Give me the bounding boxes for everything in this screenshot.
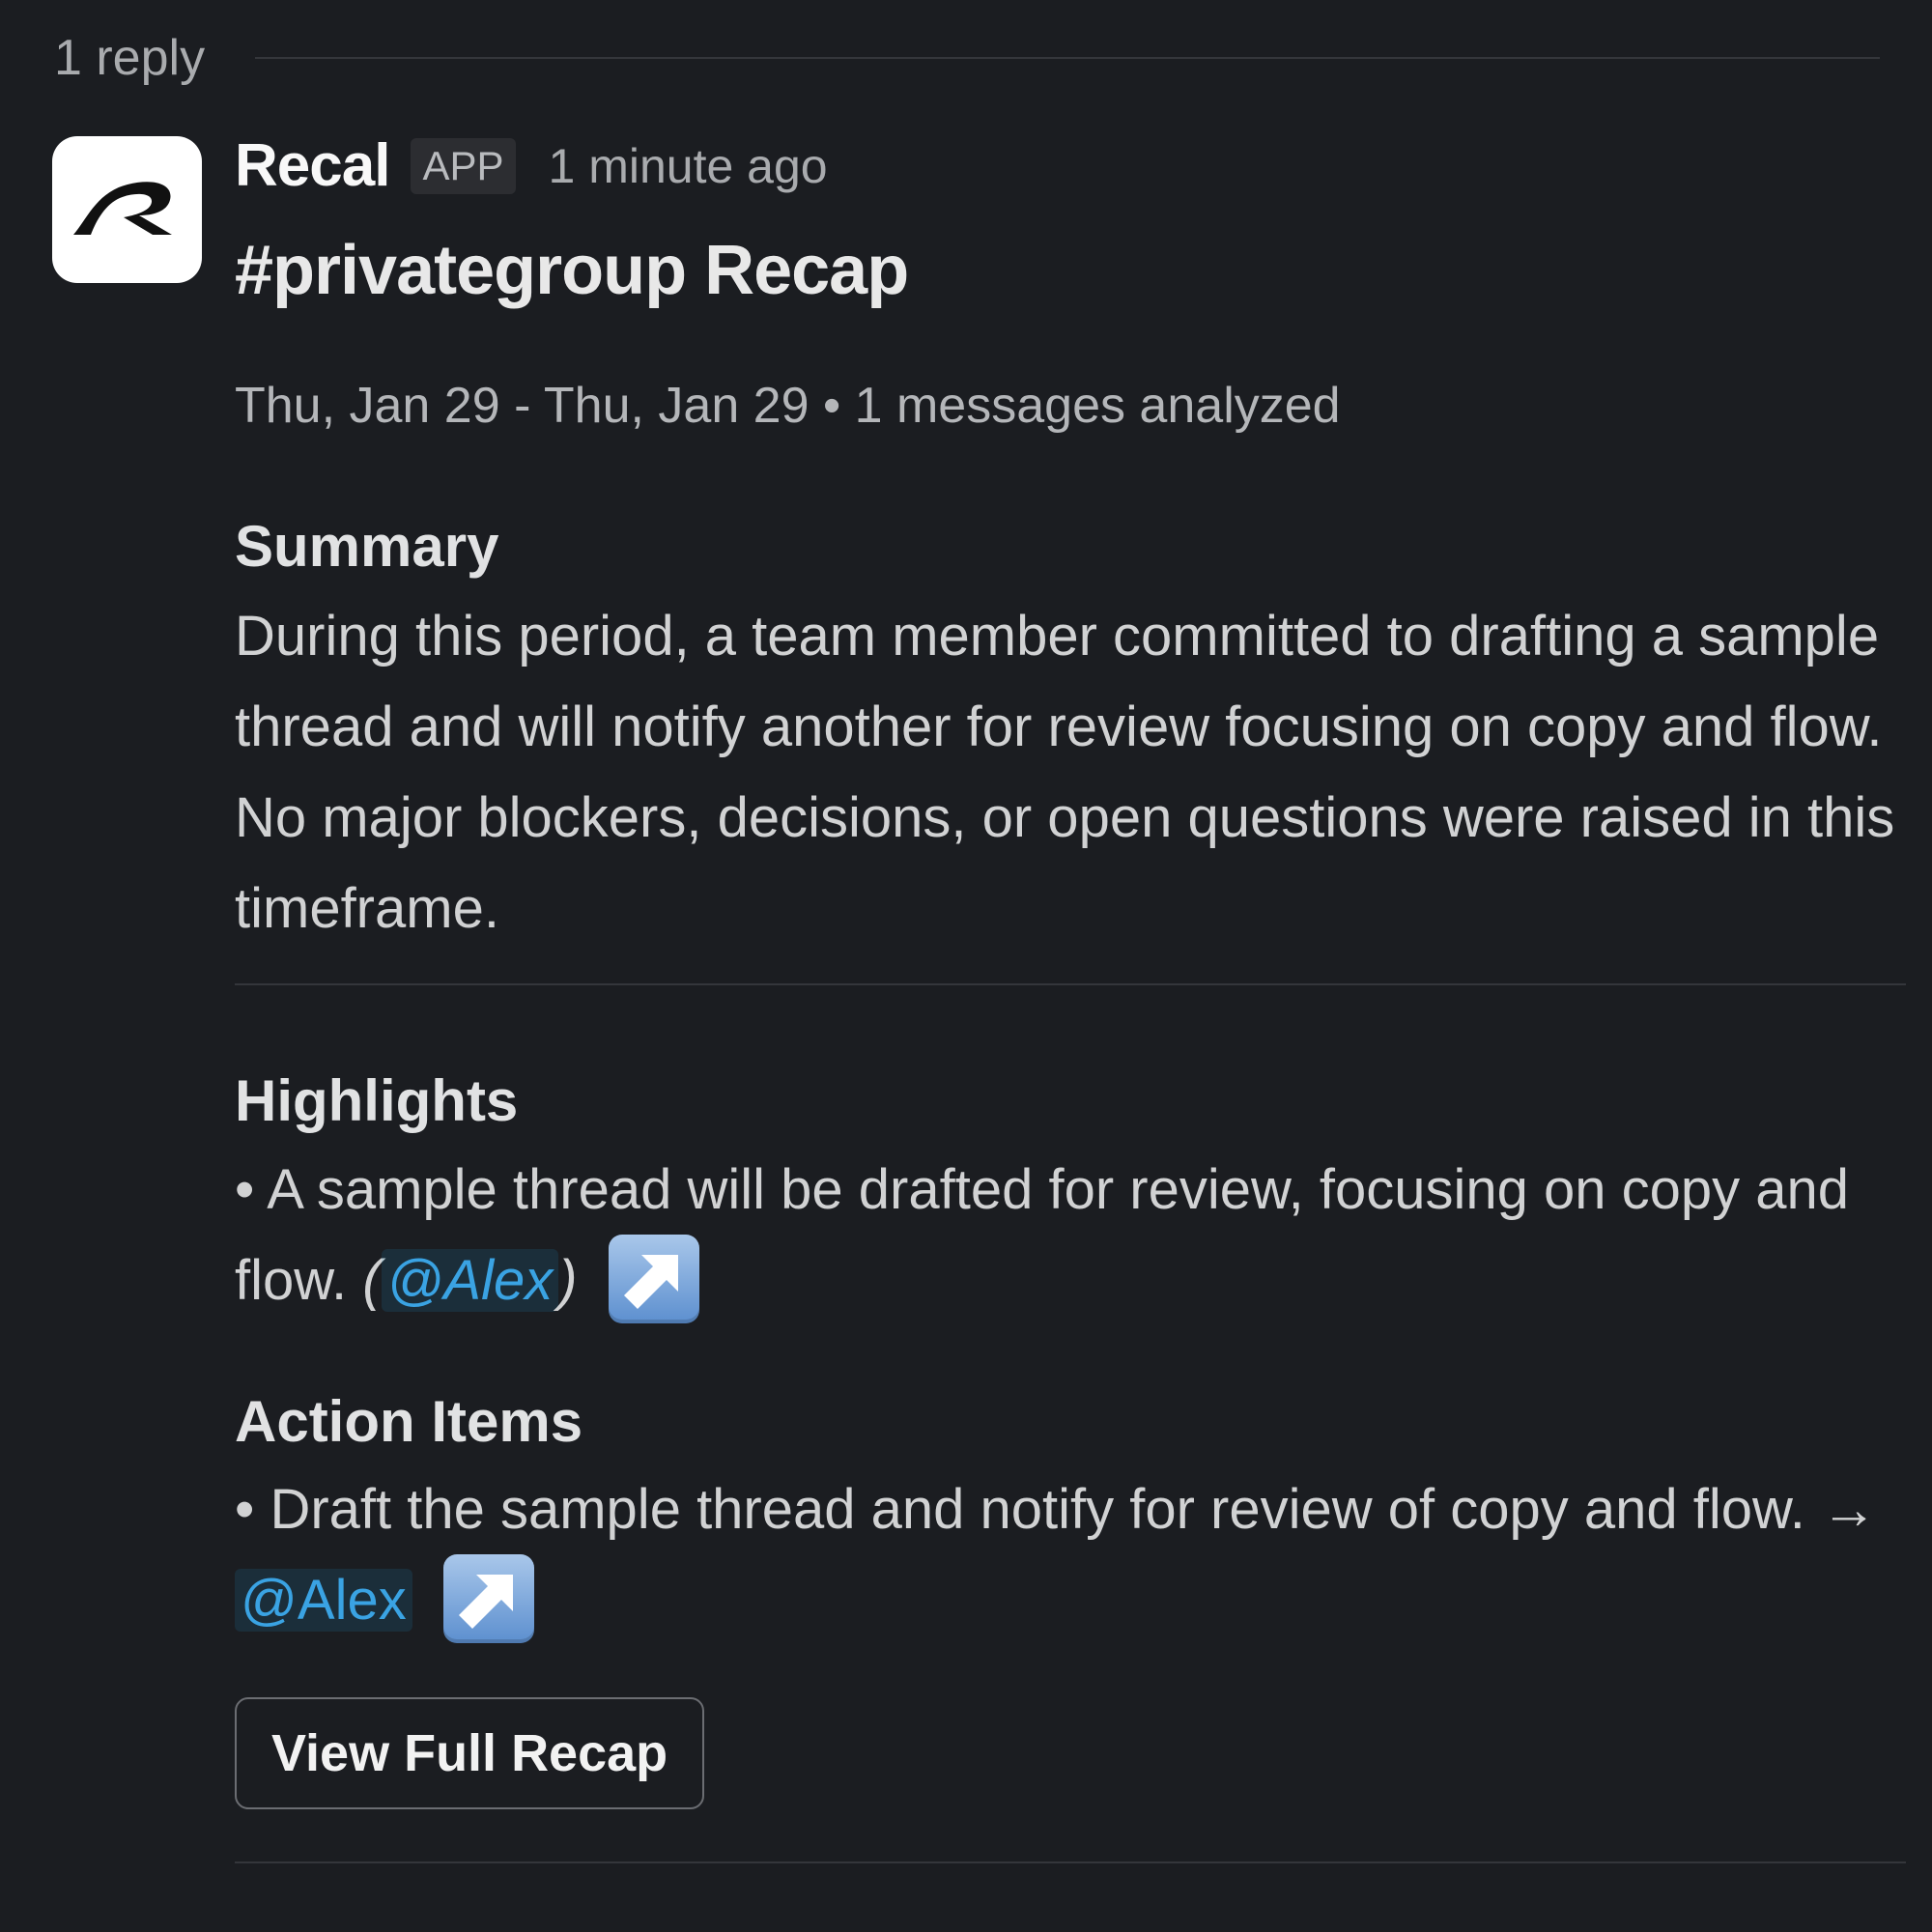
summary-text: During this period, a team member commit… (235, 605, 1895, 940)
highlights-heading: Highlights (235, 1068, 519, 1133)
message-timestamp[interactable]: 1 minute ago (549, 142, 828, 190)
arrow-right-icon: → (1820, 1478, 1877, 1541)
user-mention[interactable]: @Alex (381, 1249, 559, 1312)
recap-title: #privategroup Recap (235, 232, 909, 309)
app-avatar[interactable] (52, 136, 202, 283)
app-badge: APP (411, 138, 516, 194)
action-text: Draft the sample thread and notify for r… (270, 1478, 1805, 1541)
bottom-divider (235, 1861, 1906, 1863)
paren-close: ) (558, 1249, 578, 1312)
thread-reply-bar[interactable]: 1 reply (54, 23, 1880, 93)
recal-logo-icon (72, 182, 172, 235)
arrow-up-right-icon[interactable] (608, 1234, 699, 1323)
action-item: • Draft the sample thread and notify for… (235, 1464, 1916, 1646)
highlight-item: • A sample thread will be drafted for re… (235, 1145, 1916, 1326)
date-range: Thu, Jan 29 - Thu, Jan 29 • 1 messages a… (235, 378, 1341, 434)
user-mention[interactable]: @Alex (235, 1569, 412, 1632)
bullet: • (235, 1158, 255, 1221)
reply-count[interactable]: 1 reply (54, 33, 205, 83)
action-items-heading: Action Items (235, 1389, 583, 1454)
paren-open: ( (362, 1249, 382, 1312)
arrow-up-right-icon[interactable] (442, 1553, 534, 1643)
section-divider (235, 983, 1906, 985)
reply-divider (255, 57, 1880, 59)
app-name[interactable]: Recal (235, 136, 390, 196)
message-header: Recal APP 1 minute ago (235, 128, 828, 205)
summary-heading: Summary (235, 514, 499, 579)
bullet: • (235, 1478, 255, 1541)
view-full-recap-button[interactable]: View Full Recap (235, 1697, 705, 1809)
